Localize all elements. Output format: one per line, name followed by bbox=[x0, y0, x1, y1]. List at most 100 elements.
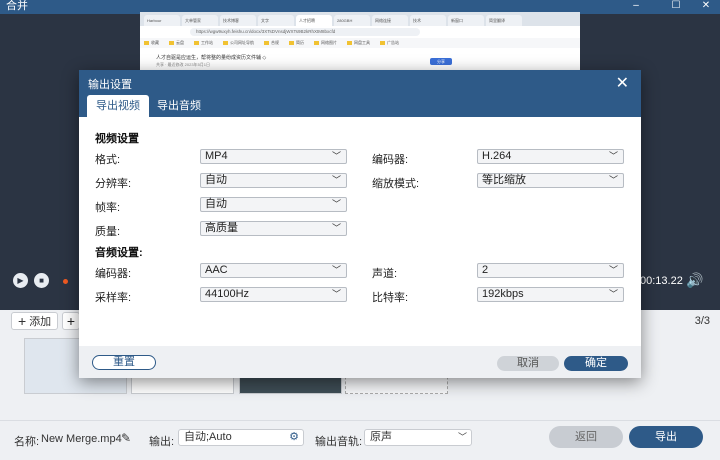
gear-icon[interactable]: ⚙ bbox=[289, 430, 299, 445]
chevron-down-icon: ﹀ bbox=[608, 289, 618, 299]
chevron-down-icon: ﹀ bbox=[331, 289, 341, 299]
preview-bookmark: 网络图片 bbox=[314, 40, 337, 46]
format-select[interactable]: MP4 ﹀ bbox=[200, 149, 347, 164]
stop-icon[interactable]: ■ bbox=[34, 273, 49, 288]
video-section-title: 视频设置 bbox=[95, 133, 139, 145]
channel-select[interactable]: 2 ﹀ bbox=[477, 263, 624, 278]
scale-mode-label: 缩放模式: bbox=[372, 178, 420, 190]
output-label: 输出: bbox=[149, 436, 175, 448]
sample-rate-value: 44100Hz bbox=[205, 288, 250, 300]
time-display: 00:13.22 bbox=[640, 275, 683, 287]
edit-name-icon[interactable]: ✎ bbox=[121, 431, 131, 445]
track-label: 输出音轨: bbox=[315, 436, 363, 448]
preview-doc-title: 人才自驱是应运生，帮将整的量纷成资历文件辅 ◇ bbox=[156, 55, 267, 61]
quality-label: 质量: bbox=[95, 226, 121, 238]
preview-tab: 新窗口 bbox=[448, 15, 484, 26]
add-file-button[interactable]: + 添加 bbox=[11, 312, 59, 330]
format-label: 格式: bbox=[95, 154, 121, 166]
file-name: New Merge.mp4 bbox=[41, 433, 122, 445]
app-title: 合并 bbox=[6, 0, 28, 12]
tab-export-video[interactable]: 导出视频 bbox=[87, 95, 149, 117]
preview-tab: 技术博客 bbox=[220, 15, 256, 26]
resolution-value: 自动 bbox=[205, 174, 227, 186]
progress-handle[interactable] bbox=[63, 279, 68, 284]
name-label: 名称: bbox=[14, 436, 40, 448]
dialog-body: 视频设置 格式: MP4 ﹀ 编码器: H.264 ﹀ 分辨率: 自动 ﹀ 缩放… bbox=[79, 117, 641, 378]
add-more-button[interactable]: + bbox=[62, 312, 80, 330]
preview-tab: 网络连接 bbox=[372, 15, 408, 26]
framerate-select[interactable]: 自动 ﹀ bbox=[200, 197, 347, 212]
audio-section-title: 音频设置: bbox=[95, 247, 143, 259]
preview-bookmark: 工作站 bbox=[194, 40, 213, 46]
maximize-button[interactable]: ☐ bbox=[668, 0, 684, 12]
preview-browser-tabs: Harbour 大单管家 技术博客 文字 人才招聘 280GBH 网络连接 技术… bbox=[140, 12, 580, 26]
preview-bookmark: 广告站 bbox=[380, 40, 399, 46]
video-encoder-value: H.264 bbox=[482, 150, 512, 162]
preview-tab: 技术 bbox=[410, 15, 446, 26]
tab-export-audio[interactable]: 导出音频 bbox=[148, 95, 210, 117]
plus-icon: + bbox=[18, 313, 27, 329]
resolution-select[interactable]: 自动 ﹀ bbox=[200, 173, 347, 188]
framerate-label: 帧率: bbox=[95, 202, 121, 214]
export-button[interactable]: 导出 bbox=[629, 426, 703, 448]
resolution-label: 分辨率: bbox=[95, 178, 132, 190]
minimize-button[interactable]: – bbox=[628, 0, 644, 12]
add-file-label: 添加 bbox=[29, 316, 52, 328]
framerate-value: 自动 bbox=[205, 198, 227, 210]
page-count: 3/3 bbox=[694, 315, 710, 327]
dialog-header: 输出设置 ✕ 导出视频 导出音频 bbox=[79, 70, 641, 117]
back-button[interactable]: 返回 bbox=[549, 426, 623, 448]
cancel-button[interactable]: 取消 bbox=[497, 356, 559, 371]
output-value: 自动;Auto bbox=[184, 431, 232, 443]
scale-mode-select[interactable]: 等比缩放 ﹀ bbox=[477, 173, 624, 188]
close-icon[interactable]: ✕ bbox=[616, 73, 629, 93]
preview-share-button: 分享 bbox=[430, 58, 452, 65]
preview-bookmarks: 收藏 云盘 工作站 公司网址导航 合规 简历 网络图片 网盘工具 广告站 bbox=[140, 38, 580, 48]
quality-select[interactable]: 高质量 ﹀ bbox=[200, 221, 347, 236]
preview-tab: Harbour bbox=[144, 15, 180, 26]
ok-button[interactable]: 确定 bbox=[564, 356, 628, 371]
scale-mode-value: 等比缩放 bbox=[482, 174, 526, 186]
preview-tab: 人才招聘 bbox=[296, 15, 332, 26]
track-value: 原声 bbox=[370, 431, 392, 443]
preview-bookmark: 简历 bbox=[289, 40, 304, 46]
preview-document: 人才自驱是应运生，帮将整的量纷成资历文件辅 ◇ 共享 · 最近修改 2023年5… bbox=[140, 48, 580, 72]
output-settings-dialog: 输出设置 ✕ 导出视频 导出音频 视频设置 格式: MP4 ﹀ 编码器: H.2… bbox=[79, 70, 641, 378]
close-window-button[interactable]: ✕ bbox=[698, 0, 714, 12]
chevron-down-icon: ﹀ bbox=[608, 175, 618, 185]
chevron-down-icon: ﹀ bbox=[457, 432, 467, 442]
output-select[interactable]: 自动;Auto ⚙ bbox=[178, 429, 304, 446]
volume-icon[interactable]: 🔊 bbox=[686, 272, 703, 289]
chevron-down-icon: ﹀ bbox=[608, 265, 618, 275]
dialog-title: 输出设置 bbox=[88, 79, 132, 91]
video-encoder-select[interactable]: H.264 ﹀ bbox=[477, 149, 624, 164]
preview-bookmark: 收藏 bbox=[144, 40, 159, 46]
audio-encoder-value: AAC bbox=[205, 264, 228, 276]
preview-tab: 简里翻译 bbox=[486, 15, 522, 26]
bitrate-select[interactable]: 192kbps ﹀ bbox=[477, 287, 624, 302]
chevron-down-icon: ﹀ bbox=[331, 199, 341, 209]
preview-url: https://wgw9uxyh.feishu.cn/docx/3XTsDVns… bbox=[190, 28, 420, 36]
channel-label: 声道: bbox=[372, 268, 398, 280]
play-icon[interactable]: ▶ bbox=[13, 273, 28, 288]
preview-bookmark: 公司网址导航 bbox=[223, 40, 254, 46]
preview-bookmark: 网盘工具 bbox=[347, 40, 370, 46]
preview-bookmark: 合规 bbox=[264, 40, 279, 46]
chevron-down-icon: ﹀ bbox=[331, 223, 341, 233]
chevron-down-icon: ﹀ bbox=[608, 151, 618, 161]
video-preview: Harbour 大单管家 技术博客 文字 人才招聘 280GBH 网络连接 技术… bbox=[140, 12, 580, 72]
chevron-down-icon: ﹀ bbox=[331, 265, 341, 275]
chevron-down-icon: ﹀ bbox=[331, 151, 341, 161]
quality-value: 高质量 bbox=[205, 222, 238, 234]
reset-button[interactable]: 重置 bbox=[92, 355, 156, 370]
dialog-footer: 重置 取消 确定 bbox=[79, 346, 641, 378]
video-encoder-label: 编码器: bbox=[372, 154, 409, 166]
preview-address-bar: https://wgw9uxyh.feishu.cn/docx/3XTsDVns… bbox=[140, 26, 580, 38]
preview-bookmark: 云盘 bbox=[169, 40, 184, 46]
preview-tab: 大单管家 bbox=[182, 15, 218, 26]
preview-doc-subtitle: 共享 · 最近修改 2023年5月1日 bbox=[156, 62, 211, 67]
channel-value: 2 bbox=[482, 264, 489, 276]
audio-encoder-select[interactable]: AAC ﹀ bbox=[200, 263, 347, 278]
sample-rate-select[interactable]: 44100Hz ﹀ bbox=[200, 287, 347, 302]
audio-track-select[interactable]: 原声 ﹀ bbox=[364, 429, 472, 446]
